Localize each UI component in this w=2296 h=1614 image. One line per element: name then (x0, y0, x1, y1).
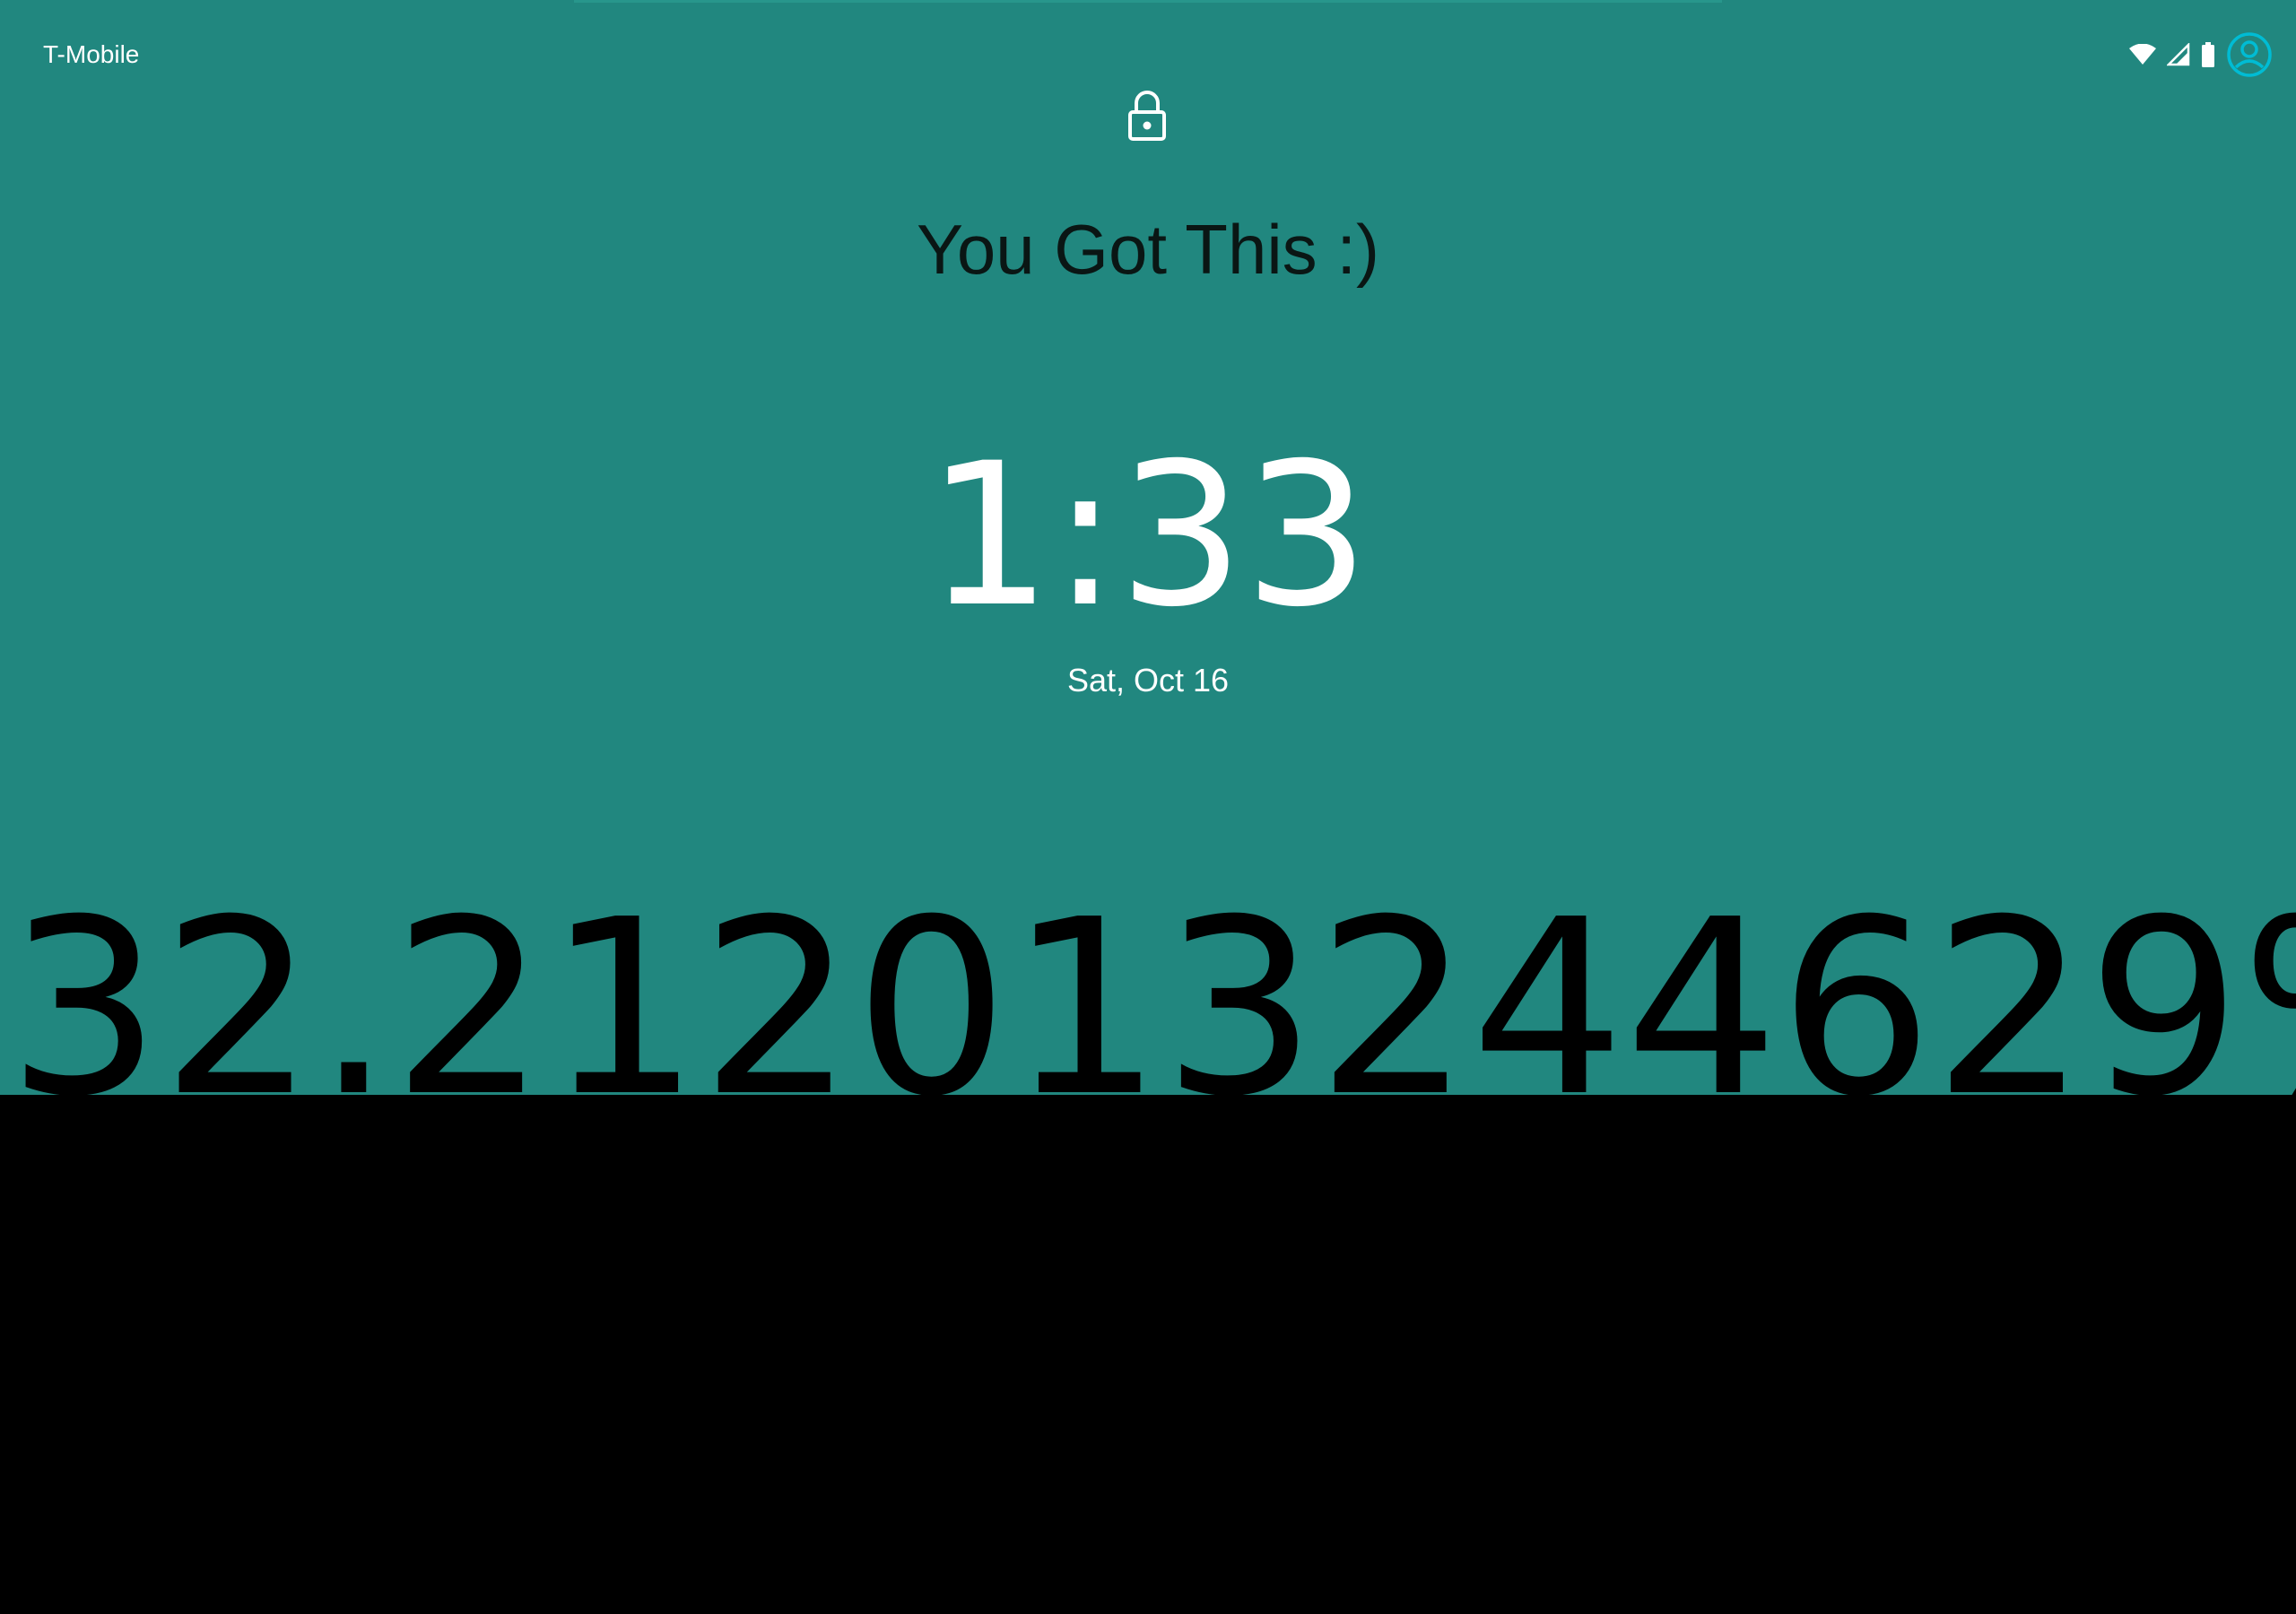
top-divider (574, 0, 1722, 3)
clock-time: 1:33 (926, 421, 1370, 650)
lock-icon (1127, 89, 1167, 143)
battery-icon (2201, 42, 2215, 67)
percentage-overlay: 32.21201324462​9% (7, 867, 2296, 1150)
carrier-label: T-Mobile (43, 40, 140, 68)
status-icons (2129, 30, 2273, 79)
lock-screen: T-Mobile You Got This:) 1:33 Sat, Oct 1… (0, 0, 2296, 1614)
clock-date: Sat, Oct 16 (1066, 662, 1230, 699)
cell-signal-icon (2167, 43, 2190, 66)
blank-bottom-area (0, 1095, 2296, 1614)
user-avatar-icon[interactable] (2226, 31, 2273, 78)
owner-info-text: You Got This :) (917, 210, 1379, 289)
wifi-icon (2129, 44, 2156, 65)
